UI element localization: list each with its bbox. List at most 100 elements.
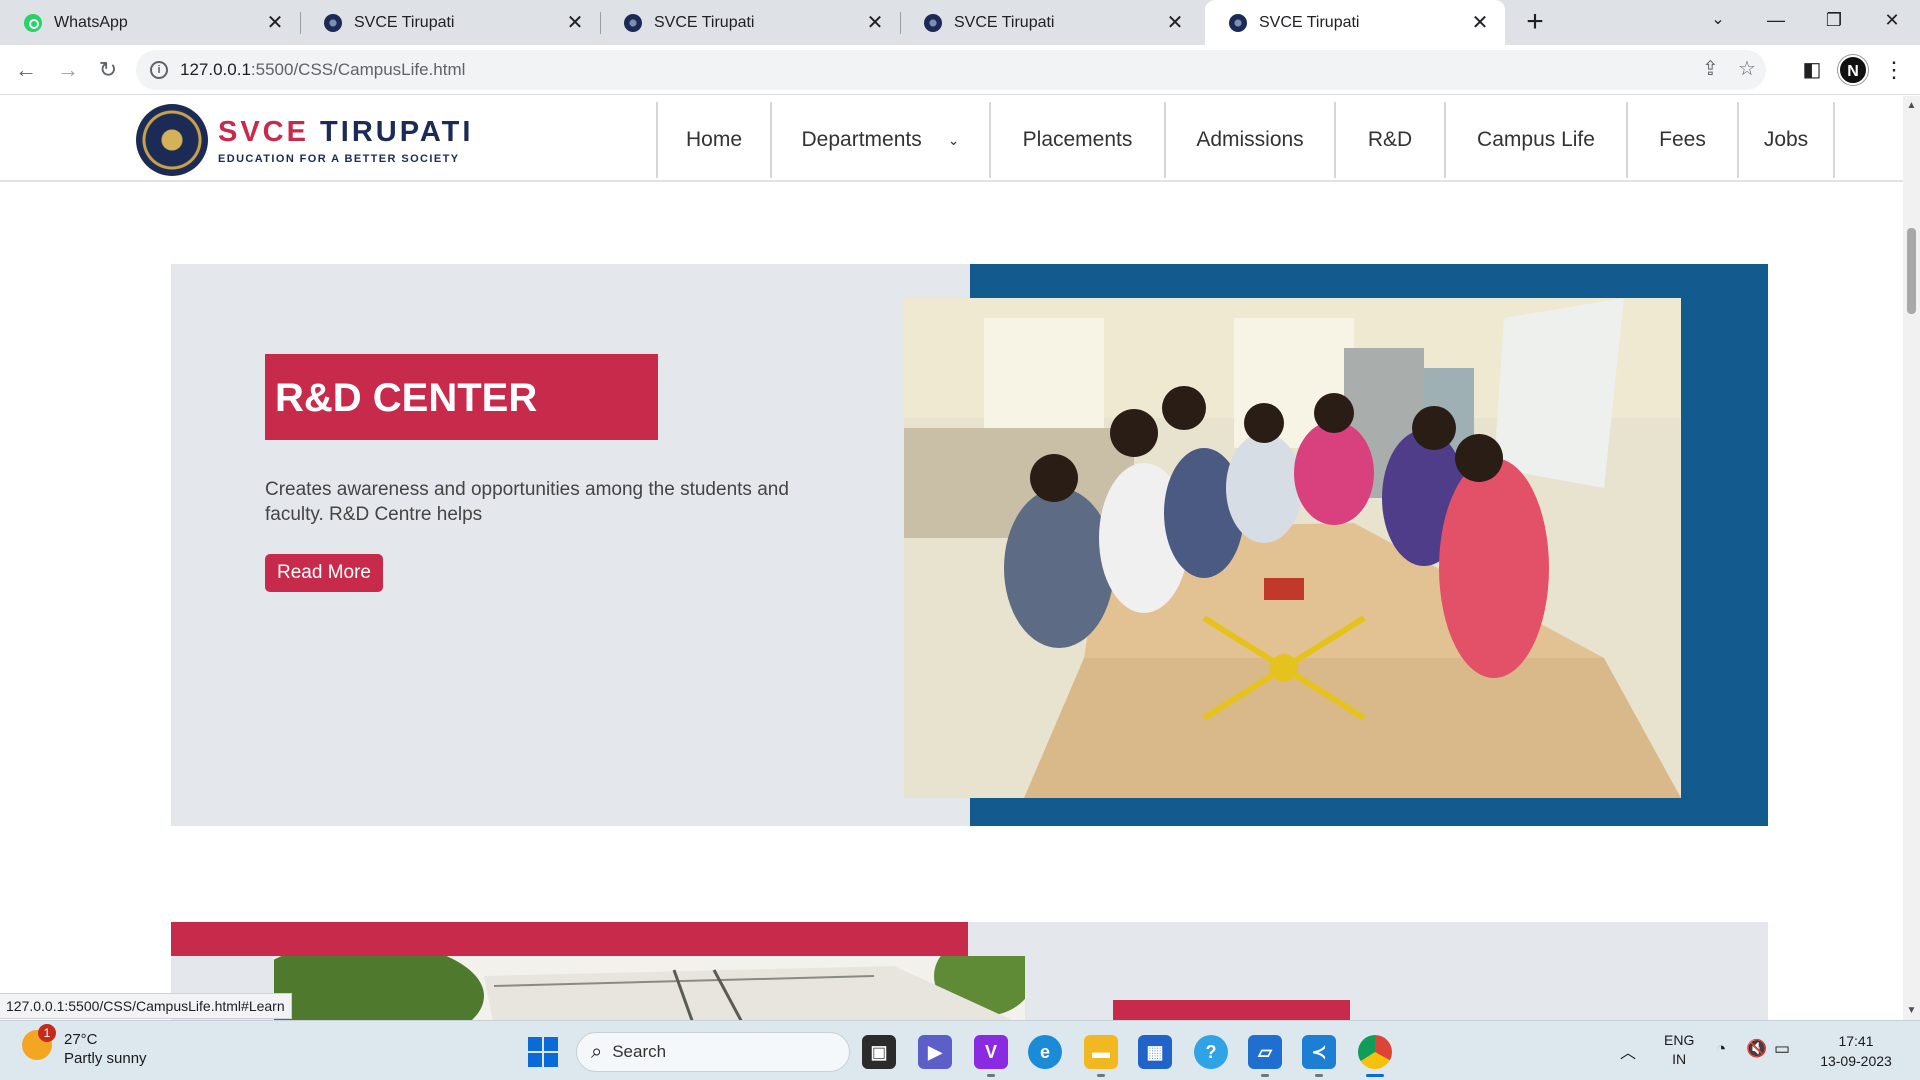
restore-button[interactable]: ❐: [1806, 0, 1862, 40]
section-label: R&D CENTER: [265, 354, 658, 440]
chrome-icon[interactable]: [1358, 1035, 1392, 1077]
tab-svce-3[interactable]: SVCE Tirupati ✕: [900, 0, 1200, 45]
search-icon: ⌕: [591, 1040, 603, 1063]
menu-campus-life[interactable]: Campus Life: [1444, 102, 1626, 178]
tab-title: WhatsApp: [54, 13, 128, 31]
speaker-muted-icon[interactable]: 🔇: [1746, 1039, 1767, 1059]
menu-jobs[interactable]: Jobs: [1737, 102, 1835, 178]
weather-widget[interactable]: 1 27°C Partly sunny: [22, 1024, 147, 1068]
new-tab-button[interactable]: +: [1518, 6, 1552, 40]
browser-tab-strip: WhatsApp ✕ SVCE Tirupati ✕ SVCE Tirupati…: [0, 0, 1920, 45]
weather-text: 27°C Partly sunny: [64, 1030, 147, 1068]
video-editor-icon[interactable]: V: [974, 1035, 1008, 1077]
menu-rnd[interactable]: R&D: [1334, 102, 1444, 178]
clock[interactable]: 17:41 13-09-2023: [1812, 1031, 1900, 1071]
wifi-icon[interactable]: ◔: [1716, 1039, 1726, 1059]
college-seal-icon: [136, 104, 208, 176]
tab-title: SVCE Tirupati: [954, 13, 1055, 31]
taskbar-search[interactable]: ⌕ Search: [576, 1032, 850, 1072]
show-hidden-icons-chevron-icon[interactable]: ︿: [1620, 1039, 1636, 1063]
file-explorer-icon[interactable]: ▬: [1084, 1035, 1118, 1077]
logo-tagline: EDUCATION FOR A BETTER SOCIETY: [218, 152, 460, 165]
reload-icon[interactable]: ↻: [92, 55, 124, 87]
tab-title: SVCE Tirupati: [354, 13, 455, 31]
main-menu: Home Departments ⌄ Placements Admissions …: [656, 102, 1835, 178]
task-view-icon[interactable]: ▣: [862, 1035, 896, 1069]
menu-admissions[interactable]: Admissions: [1164, 102, 1334, 178]
logo-name-tirupati: TIRUPATI: [320, 115, 474, 148]
windows-start-icon[interactable]: [528, 1037, 558, 1067]
menu-fees[interactable]: Fees: [1626, 102, 1737, 178]
scroll-up-arrow-icon[interactable]: ▲: [1903, 100, 1920, 111]
clock-time: 17:41: [1838, 1033, 1874, 1049]
page-viewport: SVCE TIRUPATI EDUCATION FOR A BETTER SOC…: [0, 96, 1903, 1020]
tab-svce-active[interactable]: SVCE Tirupati ✕: [1205, 0, 1505, 45]
scroll-down-arrow-icon[interactable]: ▼: [1903, 1005, 1920, 1016]
language-region: IN: [1672, 1051, 1687, 1067]
tab-whatsapp[interactable]: WhatsApp ✕: [0, 0, 300, 45]
share-icon[interactable]: ⇪: [1702, 56, 1719, 81]
microsoft-store-icon[interactable]: ▦: [1138, 1035, 1172, 1069]
tab-svce-2[interactable]: SVCE Tirupati ✕: [600, 0, 900, 45]
close-icon[interactable]: ✕: [1164, 10, 1186, 35]
scrollbar-thumb[interactable]: [1907, 228, 1916, 314]
menu-departments-label: Departments: [801, 128, 922, 151]
close-icon[interactable]: ✕: [564, 10, 586, 35]
edge-browser-icon[interactable]: e: [1028, 1035, 1062, 1069]
battery-icon[interactable]: ▭: [1774, 1039, 1790, 1059]
running-indicator: [1097, 1074, 1105, 1077]
bookmark-star-icon[interactable]: ☆: [1738, 56, 1756, 81]
section-description: Creates awareness and opportunities amon…: [265, 479, 789, 525]
site-logo[interactable]: SVCE TIRUPATI EDUCATION FOR A BETTER SOC…: [136, 104, 473, 176]
tab-svce-1[interactable]: SVCE Tirupati ✕: [300, 0, 600, 45]
card2-section-label: [1113, 1000, 1350, 1020]
more-menu-icon[interactable]: ⋮: [1878, 55, 1910, 87]
site-header: SVCE TIRUPATI EDUCATION FOR A BETTER SOC…: [0, 96, 1903, 182]
minimize-button[interactable]: —: [1748, 0, 1804, 40]
get-help-icon[interactable]: ?: [1194, 1035, 1228, 1069]
svce-favicon: [324, 13, 342, 32]
partly-sunny-icon: 1: [22, 1024, 56, 1060]
site-info-icon[interactable]: i: [150, 61, 168, 79]
tab-search-chevron-icon[interactable]: ⌄: [1690, 0, 1746, 40]
close-icon[interactable]: ✕: [864, 10, 886, 35]
close-icon[interactable]: ✕: [264, 10, 286, 35]
windows-taskbar: 1 27°C Partly sunny ⌕ Search ▣ ▶ V e ▬ ▦…: [0, 1020, 1920, 1080]
menu-departments[interactable]: Departments ⌄: [770, 102, 989, 178]
url-path: :5500/CSS/CampusLife.html: [250, 60, 466, 79]
rnd-center-card: R&D CENTER Creates awareness and opportu…: [171, 264, 1768, 826]
address-bar[interactable]: i 127.0.0.1:5500/CSS/CampusLife.html ⇪ ☆: [136, 50, 1766, 90]
menu-placements[interactable]: Placements: [989, 102, 1164, 178]
rnd-lab-photo-illustration: [904, 298, 1681, 798]
whatsapp-icon: [24, 13, 42, 32]
svce-favicon: [624, 13, 642, 32]
svce-favicon: [1229, 13, 1247, 32]
menu-home[interactable]: Home: [656, 102, 770, 178]
vscode-icon[interactable]: ≺: [1302, 1035, 1336, 1077]
close-window-button[interactable]: ✕: [1864, 0, 1920, 40]
running-indicator: [1315, 1074, 1323, 1077]
close-icon[interactable]: ✕: [1469, 10, 1491, 35]
power-automate-icon[interactable]: ▱: [1248, 1035, 1282, 1077]
page-scrollbar[interactable]: ▲ ▼: [1903, 96, 1920, 1020]
rnd-lab-photo: [904, 298, 1681, 798]
running-indicator: [987, 1074, 995, 1077]
side-panel-icon[interactable]: ◧: [1796, 55, 1828, 87]
clock-date: 13-09-2023: [1820, 1053, 1892, 1069]
logo-text: SVCE TIRUPATI EDUCATION FOR A BETTER SOC…: [218, 116, 473, 165]
profile-avatar[interactable]: N: [1838, 55, 1868, 85]
language-indicator[interactable]: ENG IN: [1664, 1031, 1694, 1069]
read-more-button[interactable]: Read More: [265, 554, 383, 592]
card2-red-backdrop: [171, 922, 968, 956]
running-indicator: [1261, 1074, 1269, 1077]
back-arrow-icon[interactable]: ←: [10, 55, 42, 87]
logo-name: SVCE TIRUPATI: [218, 116, 473, 149]
language-code: ENG: [1664, 1032, 1695, 1048]
teams-chat-icon[interactable]: ▶: [918, 1035, 952, 1069]
search-label: Search: [612, 1042, 667, 1061]
chevron-down-icon: ⌄: [947, 131, 960, 148]
forward-arrow-icon[interactable]: →: [52, 55, 84, 87]
address-url: 127.0.0.1:5500/CSS/CampusLife.html: [180, 60, 465, 80]
svce-favicon: [924, 13, 942, 32]
url-host: 127.0.0.1: [180, 60, 251, 79]
